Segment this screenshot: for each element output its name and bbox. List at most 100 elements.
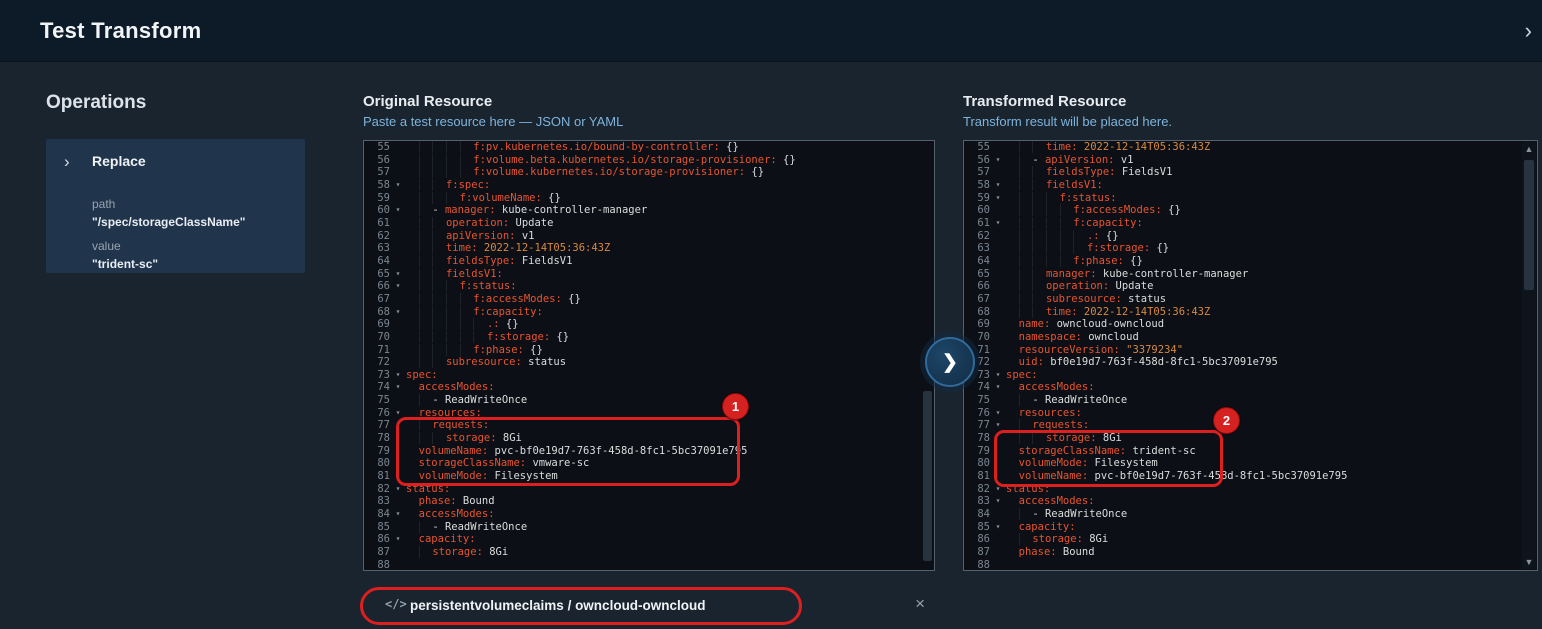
editor-line: 72 subresource: status (364, 356, 934, 369)
editor-line: 63 f:storage: {} (964, 242, 1537, 255)
editor-line: 74▾ accessModes: (364, 381, 934, 394)
editor-line: 83▾ accessModes: (964, 495, 1537, 508)
operation-value-value: "trident-sc" (92, 257, 158, 271)
annotation-badge-1: 1 (722, 393, 749, 420)
editor-line: 61▾ f:capacity: (964, 217, 1537, 230)
resource-bar: </> persistentvolumeclaims / owncloud-ow… (360, 585, 935, 627)
editor-line: 61 operation: Update (364, 217, 934, 230)
editor-line: 73▾spec: (364, 369, 934, 382)
editor-line: 81 volumeMode: Filesystem (364, 470, 934, 483)
operation-path-label: path (92, 197, 115, 211)
chevron-right-icon: › (64, 152, 70, 172)
editor-line: 74▾ accessModes: (964, 381, 1537, 394)
operations-title: Operations (46, 92, 146, 114)
transformed-resource-title: Transformed Resource (963, 93, 1126, 110)
transformed-editor-lines: 55 time: 2022-12-14T05:36:43Z56▾ - apiVe… (964, 141, 1537, 571)
editor-line: 60▾ - manager: kube-controller-manager (364, 204, 934, 217)
original-resource-title: Original Resource (363, 93, 492, 110)
editor-line: 77▾ requests: (964, 419, 1537, 432)
editor-line: 60 f:accessModes: {} (964, 204, 1537, 217)
original-resource-subtitle: Paste a test resource here — JSON or YAM… (363, 114, 623, 129)
editor-line: 56 f:volume.beta.kubernetes.io/storage-p… (364, 154, 934, 167)
editor-line: 67 subresource: status (964, 293, 1537, 306)
editor-line: 81 volumeName: pvc-bf0e19d7-763f-458d-8f… (964, 470, 1537, 483)
run-transform-button[interactable]: ❯ (925, 337, 975, 387)
editor-line: 59▾ f:status: (964, 192, 1537, 205)
editor-line: 71 resourceVersion: "3379234" (964, 344, 1537, 357)
editor-line: 59 f:volumeName: {} (364, 192, 934, 205)
editor-line: 69 name: owncloud-owncloud (964, 318, 1537, 331)
transformed-resource-subtitle: Transform result will be placed here. (963, 114, 1172, 129)
editor-line: 73▾spec: (964, 369, 1537, 382)
editor-line: 80 storageClassName: vmware-sc (364, 457, 934, 470)
editor-line: 67 f:accessModes: {} (364, 293, 934, 306)
transformed-resource-editor[interactable]: 55 time: 2022-12-14T05:36:43Z56▾ - apiVe… (963, 140, 1538, 571)
editor-line: 83 phase: Bound (364, 495, 934, 508)
page-title: Test Transform (40, 18, 202, 44)
editor-line: 64 fieldsType: FieldsV1 (364, 255, 934, 268)
original-resource-editor[interactable]: 55 f:pv.kubernetes.io/bound-by-controlle… (363, 140, 935, 571)
editor-line: 69 .: {} (364, 318, 934, 331)
editor-line: 78 storage: 8Gi (964, 432, 1537, 445)
editor-line: 64 f:phase: {} (964, 255, 1537, 268)
editor-line: 58▾ fieldsV1: (964, 179, 1537, 192)
operation-replace-card[interactable]: › Replace path "/spec/storageClassName" … (46, 139, 305, 273)
operation-name: Replace (92, 153, 146, 169)
editor-line: 57 fieldsType: FieldsV1 (964, 166, 1537, 179)
editor-line: 86▾ capacity: (364, 533, 934, 546)
scroll-up-icon[interactable]: ▲ (1522, 142, 1536, 156)
resource-name: persistentvolumeclaims / owncloud-ownclo… (410, 598, 706, 613)
arrow-right-icon: ❯ (942, 351, 958, 374)
operation-value-label: value (92, 239, 121, 253)
remove-resource-button[interactable]: × (915, 595, 925, 612)
editor-line: 86 storage: 8Gi (964, 533, 1537, 546)
editor-line: 65 manager: kube-controller-manager (964, 268, 1537, 281)
editor-line: 62 .: {} (964, 230, 1537, 243)
annotation-badge-2: 2 (1213, 407, 1240, 434)
editor-line: 78 storage: 8Gi (364, 432, 934, 445)
editor-line: 87 phase: Bound (964, 546, 1537, 559)
editor-line: 80 volumeMode: Filesystem (964, 457, 1537, 470)
editor-line: 75 - ReadWriteOnce (964, 394, 1537, 407)
editor-line: 70 f:storage: {} (364, 331, 934, 344)
editor-line: 79 storageClassName: trident-sc (964, 445, 1537, 458)
editor-line: 82▾status: (964, 483, 1537, 496)
editor-line: 77▾ requests: (364, 419, 934, 432)
editor-line: 65▾ fieldsV1: (364, 268, 934, 281)
editor-line: 63 time: 2022-12-14T05:36:43Z (364, 242, 934, 255)
editor-line: 70 namespace: owncloud (964, 331, 1537, 344)
editor-line: 72 uid: bf0e19d7-763f-458d-8fc1-5bc37091… (964, 356, 1537, 369)
editor-line: 85▾ capacity: (964, 521, 1537, 534)
original-editor-lines: 55 f:pv.kubernetes.io/bound-by-controlle… (364, 141, 934, 571)
editor-line: 87 storage: 8Gi (364, 546, 934, 559)
transformed-editor-scrollbar-thumb[interactable] (1524, 160, 1534, 290)
editor-line: 79 volumeName: pvc-bf0e19d7-763f-458d-8f… (364, 445, 934, 458)
editor-line: 68 time: 2022-12-14T05:36:43Z (964, 306, 1537, 319)
editor-line: 75 - ReadWriteOnce (364, 394, 934, 407)
operation-path-value: "/spec/storageClassName" (92, 215, 245, 229)
editor-line: 68▾ f:capacity: (364, 306, 934, 319)
editor-line: 71 f:phase: {} (364, 344, 934, 357)
editor-line: 76▾ resources: (364, 407, 934, 420)
editor-line: 66▾ f:status: (364, 280, 934, 293)
code-icon: </> (385, 597, 407, 611)
editor-line: 84▾ accessModes: (364, 508, 934, 521)
header-collapse-icon[interactable]: › (1521, 16, 1536, 46)
editor-line: 56▾ - apiVersion: v1 (964, 154, 1537, 167)
app-header: Test Transform › (0, 0, 1542, 62)
editor-line: 85 - ReadWriteOnce (364, 521, 934, 534)
editor-line: 66 operation: Update (964, 280, 1537, 293)
transformed-editor-scrollbar[interactable]: ▲ ▼ (1522, 142, 1536, 569)
editor-line: 76▾ resources: (964, 407, 1537, 420)
editor-line: 82▾status: (364, 483, 934, 496)
editor-line: 88 (964, 559, 1537, 571)
editor-line: 84 - ReadWriteOnce (964, 508, 1537, 521)
original-editor-scrollbar-thumb[interactable] (923, 391, 932, 561)
editor-line: 88 (364, 559, 934, 571)
editor-line: 58▾ f:spec: (364, 179, 934, 192)
scroll-down-icon[interactable]: ▼ (1522, 555, 1536, 569)
editor-line: 62 apiVersion: v1 (364, 230, 934, 243)
editor-line: 55 time: 2022-12-14T05:36:43Z (964, 141, 1537, 154)
editor-line: 55 f:pv.kubernetes.io/bound-by-controlle… (364, 141, 934, 154)
editor-line: 57 f:volume.kubernetes.io/storage-provis… (364, 166, 934, 179)
